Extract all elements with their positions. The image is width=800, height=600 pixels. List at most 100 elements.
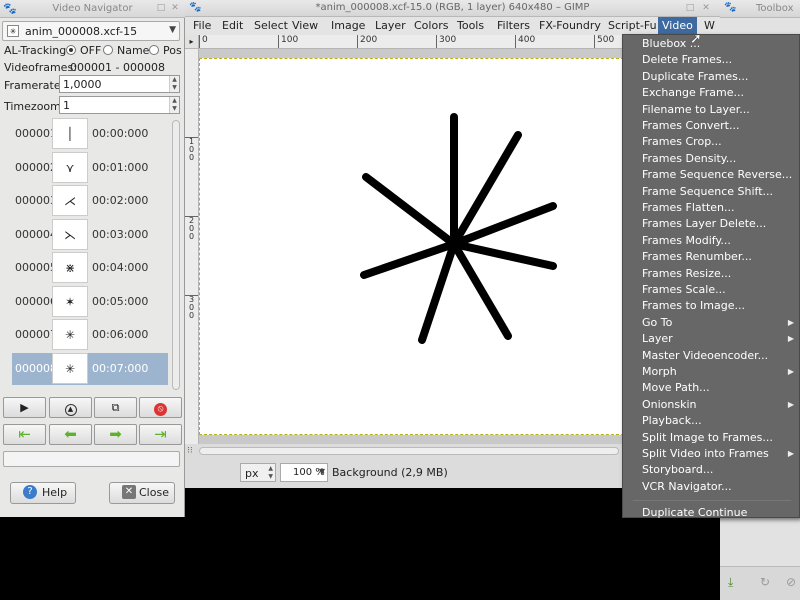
frame-row[interactable]: 000004 ⋋ 00:03:000 bbox=[12, 218, 168, 251]
menu-colors[interactable]: Colors bbox=[414, 19, 448, 32]
menu-tools[interactable]: Tools bbox=[457, 19, 484, 32]
timezoom-input[interactable]: 1 ▲ ▼ bbox=[59, 96, 180, 114]
menu-item-storyboard[interactable]: Storyboard... bbox=[623, 462, 799, 478]
image-canvas[interactable] bbox=[199, 58, 639, 435]
frame-row[interactable]: 000002 ⋎ 00:01:000 bbox=[12, 151, 168, 184]
close-button[interactable]: ✕ Close bbox=[109, 482, 175, 504]
menu-item-duplicate-continue[interactable]: Duplicate Continue bbox=[623, 505, 799, 521]
menu-script-fu[interactable]: Script-Fu bbox=[608, 19, 657, 32]
ruler-corner[interactable]: ▸ bbox=[185, 35, 199, 49]
menu-item-frames-scale[interactable]: Frames Scale... bbox=[623, 282, 799, 298]
radio-pos[interactable] bbox=[149, 45, 159, 55]
prev-frame-button[interactable]: ⬅ bbox=[49, 424, 92, 445]
menu-select[interactable]: Select bbox=[254, 19, 288, 32]
toolbox-titlebar[interactable]: 🐾 Toolbox bbox=[720, 0, 800, 18]
menu-item-delete-frames[interactable]: Delete Frames... bbox=[623, 52, 799, 68]
menu-item-move-path[interactable]: Move Path... bbox=[623, 380, 799, 396]
frame-row[interactable]: 000003 ⋌ 00:02:000 bbox=[12, 185, 168, 217]
menu-file[interactable]: File bbox=[193, 19, 211, 32]
horizontal-scrollbar[interactable] bbox=[199, 447, 619, 455]
frame-row[interactable]: 000001 │ 00:00:000 bbox=[12, 118, 168, 150]
frame-number: 000007 bbox=[15, 328, 57, 341]
menu-view[interactable]: View bbox=[292, 19, 318, 32]
arrow-right-icon: ➡ bbox=[109, 425, 122, 443]
menu-item-frames-flatten[interactable]: Frames Flatten... bbox=[623, 200, 799, 216]
image-select-combo[interactable]: ✳ anim_000008.xcf-15 ▼ bbox=[2, 21, 180, 41]
frame-row[interactable]: 000006 ✶ 00:05:000 bbox=[12, 285, 168, 318]
menu-item-frames-density[interactable]: Frames Density... bbox=[623, 151, 799, 167]
play-selection-button[interactable]: ▲ bbox=[49, 397, 92, 418]
radio-off[interactable] bbox=[66, 45, 76, 55]
menu-layer[interactable]: Layer bbox=[375, 19, 406, 32]
menu-item-vcr-navigator[interactable]: VCR Navigator... bbox=[623, 479, 799, 495]
menu-item-frames-to-image[interactable]: Frames to Image... bbox=[623, 298, 799, 314]
frame-list-scrollbar[interactable] bbox=[172, 120, 180, 390]
menu-item-frames-modify[interactable]: Frames Modify... bbox=[623, 233, 799, 249]
menu-item-frames-renumber[interactable]: Frames Renumber... bbox=[623, 249, 799, 265]
restore-icon[interactable]: ↻ bbox=[760, 575, 770, 589]
menu-item-frames-layer-delete[interactable]: Frames Layer Delete... bbox=[623, 216, 799, 232]
spin-arrows-icon[interactable]: ▲ ▼ bbox=[169, 76, 179, 92]
menu-item-go-to[interactable]: Go To ▶ bbox=[623, 315, 799, 331]
menu-fx-foundry[interactable]: FX-Foundry bbox=[539, 19, 601, 32]
menu-item-frames-convert[interactable]: Frames Convert... bbox=[623, 118, 799, 134]
menu-item-onionskin[interactable]: Onionskin ▶ bbox=[623, 397, 799, 413]
menu-item-frames-crop[interactable]: Frames Crop... bbox=[623, 134, 799, 150]
ruler-tick-label: 500 bbox=[594, 35, 614, 48]
close-icon[interactable]: ✕ bbox=[170, 3, 180, 13]
menu-item-label: Go To bbox=[642, 315, 673, 329]
next-frame-button[interactable]: ➡ bbox=[94, 424, 137, 445]
image-window-titlebar[interactable]: 🐾 *anim_000008.xcf-15.0 (RGB, 1 layer) 6… bbox=[185, 0, 720, 17]
menu-item-label: Split Image to Frames... bbox=[642, 430, 773, 444]
menu-item-frame-sequence-shift[interactable]: Frame Sequence Shift... bbox=[623, 184, 799, 200]
first-frame-button[interactable]: ⇤ bbox=[3, 424, 46, 445]
menu-item-label: Frames Renumber... bbox=[642, 250, 752, 264]
minimize-icon[interactable]: □ bbox=[685, 3, 695, 13]
frame-row[interactable]: 000008 ✳ 00:07:000 bbox=[12, 352, 168, 385]
menu-item-frame-sequence-reverse[interactable]: Frame Sequence Reverse... bbox=[623, 167, 799, 183]
minimize-icon[interactable]: □ bbox=[156, 3, 166, 13]
radio-name[interactable] bbox=[103, 45, 113, 55]
menu-item-master-videoencoder[interactable]: Master Videoencoder... bbox=[623, 348, 799, 364]
spin-arrows-icon[interactable]: ▲ ▼ bbox=[169, 97, 179, 113]
menu-item-frames-resize[interactable]: Frames Resize... bbox=[623, 266, 799, 282]
reset-icon[interactable]: ⊘ bbox=[786, 575, 796, 589]
play-button[interactable]: ▶ bbox=[3, 397, 46, 418]
navigator-titlebar[interactable]: 🐾 Video Navigator □ ✕ bbox=[0, 0, 185, 18]
al-tracking-label: AL-Tracking: bbox=[4, 44, 70, 57]
play-selection-icon: ▲ bbox=[64, 404, 77, 416]
frame-time: 00:02:000 bbox=[92, 194, 149, 207]
menu-item-split-video-into-frames[interactable]: Split Video into Frames ▶ bbox=[623, 446, 799, 462]
quick-mask-icon[interactable]: ⁝⁝ bbox=[187, 446, 193, 456]
menu-image[interactable]: Image bbox=[331, 19, 365, 32]
menu-w[interactable]: W bbox=[704, 19, 715, 32]
menu-edit[interactable]: Edit bbox=[222, 19, 243, 32]
menu-item-exchange-frame[interactable]: Exchange Frame... bbox=[623, 85, 799, 101]
menu-item-bluebox[interactable]: Bluebox ... bbox=[623, 36, 799, 52]
last-frame-button[interactable]: ⇥ bbox=[139, 424, 182, 445]
menu-item-morph[interactable]: Morph ▶ bbox=[623, 364, 799, 380]
frame-time: 00:03:000 bbox=[92, 227, 149, 241]
menu-filters[interactable]: Filters bbox=[497, 19, 530, 32]
close-x-icon: ✕ bbox=[122, 485, 136, 499]
menu-item-layer[interactable]: Layer ▶ bbox=[623, 331, 799, 347]
frame-row[interactable]: 000005 ⋇ 00:04:000 bbox=[12, 252, 168, 284]
menu-item-playback[interactable]: Playback... bbox=[623, 413, 799, 429]
vertical-ruler: 1 0 0 2 0 0 3 0 0 bbox=[185, 49, 199, 444]
framerate-input[interactable]: 1,0000 ▲ ▼ bbox=[59, 75, 180, 93]
menu-item-filename-to-layer[interactable]: Filename to Layer... bbox=[623, 102, 799, 118]
save-icon[interactable]: ⤓ bbox=[728, 575, 733, 590]
submenu-arrow-icon: ▶ bbox=[787, 334, 794, 344]
duplicate-frame-button[interactable]: ⧉ bbox=[94, 397, 137, 418]
unit-select[interactable]: px ▲ ▼ bbox=[240, 463, 276, 482]
close-icon[interactable]: ✕ bbox=[701, 3, 711, 13]
ruler-tick-label: 3 0 0 bbox=[185, 295, 198, 320]
help-button[interactable]: ? Help bbox=[10, 482, 76, 504]
menu-item-duplicate-frames[interactable]: Duplicate Frames... bbox=[623, 69, 799, 85]
menu-item-split-image-to-frames[interactable]: Split Image to Frames... bbox=[623, 430, 799, 446]
stop-button[interactable]: ⦸ bbox=[139, 397, 182, 418]
frame-row[interactable]: 000007 ✳ 00:06:000 bbox=[12, 319, 168, 351]
zoom-select[interactable]: 100 % ▼ bbox=[280, 463, 328, 482]
submenu-arrow-icon: ▶ bbox=[787, 317, 794, 327]
star-drawing bbox=[360, 113, 557, 344]
